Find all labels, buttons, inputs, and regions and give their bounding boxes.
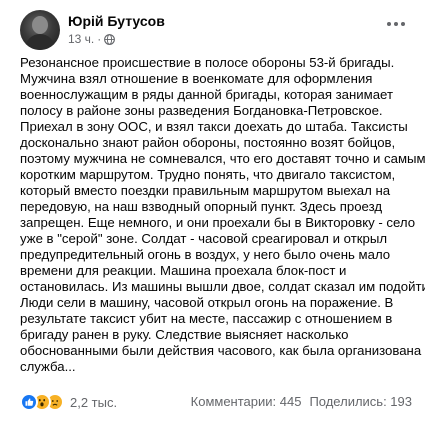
more-options-button[interactable] [382, 14, 410, 34]
post-line: уже в "серой" зоне. Солдат - часовой сре… [20, 231, 388, 246]
post-line: предупредительный огонь в воздух, у него… [20, 247, 391, 262]
post-line: Люди сели в машину, часовой открыл огонь… [20, 295, 394, 310]
meta-separator: · [97, 32, 102, 46]
more-dot [394, 22, 398, 26]
post-line: Резонансное происшествие в полосе оборон… [20, 55, 395, 70]
post-line: обоснованными были действия часового, ка… [20, 343, 422, 358]
comments-count[interactable]: Комментарии: 445 [191, 394, 302, 409]
post-line: запрещен. Еще немного, и они проехали бы… [20, 215, 416, 230]
post-line: полосу в районе зоны разведения Богданов… [20, 103, 383, 118]
post-time[interactable]: 13 ч. [68, 32, 94, 46]
globe-icon[interactable] [104, 33, 116, 45]
post-meta: 13 ч. · [68, 32, 116, 46]
more-options-icon [387, 22, 391, 26]
post-line: военнослужащим в ряды данной бригады, ко… [20, 87, 393, 102]
post-stats: Комментарии: 445 Поделились: 193 [191, 394, 412, 409]
post-line: бригаду ранен в руку. Следствие выясняет… [20, 327, 349, 342]
post-line: передовую, на наш взводный опорный пункт… [20, 199, 383, 214]
post-line: Мужчина взял отношение в военкомате для … [20, 71, 373, 86]
post-line: досконально знают район обороны, постоян… [20, 135, 396, 150]
post-line: поэтому мужчина не сомневался, что его д… [20, 151, 425, 166]
avatar-head [32, 16, 48, 34]
avatar-shoulders [25, 34, 55, 50]
post-line: времени для реакции. Машина проехала бло… [20, 263, 347, 278]
post-line: коротким маршрутом. Трудно понять, что д… [20, 167, 396, 182]
shares-count[interactable]: Поделились: 193 [309, 394, 412, 409]
post-line: остановилась. Из машины вышли двое, солд… [20, 279, 425, 294]
facebook-post: Юрій Бутусов 13 ч. · Резонансное происше… [0, 0, 425, 421]
post-line: который вместо поездки правильным маршру… [20, 183, 391, 198]
more-dot [401, 22, 405, 26]
post-line: результате таксист убит на месте, пассаж… [20, 311, 393, 326]
post-line: Приехал в зону ООС, и взял такси доехать… [20, 119, 408, 134]
reactions-count[interactable]: 2,2 тыс. [70, 395, 117, 410]
author-avatar[interactable] [20, 10, 60, 50]
post-header: Юрій Бутусов 13 ч. · [20, 8, 410, 50]
post-body: Резонансное происшествие в полосе оборон… [20, 55, 425, 375]
post-footer: 2,2 тыс. Комментарии: 445 Поделились: 19… [20, 392, 412, 412]
author-name[interactable]: Юрій Бутусов [68, 13, 165, 29]
like-icon [20, 393, 38, 411]
post-line: служба... [20, 359, 76, 374]
reactions-summary[interactable]: 2,2 тыс. [20, 392, 117, 412]
